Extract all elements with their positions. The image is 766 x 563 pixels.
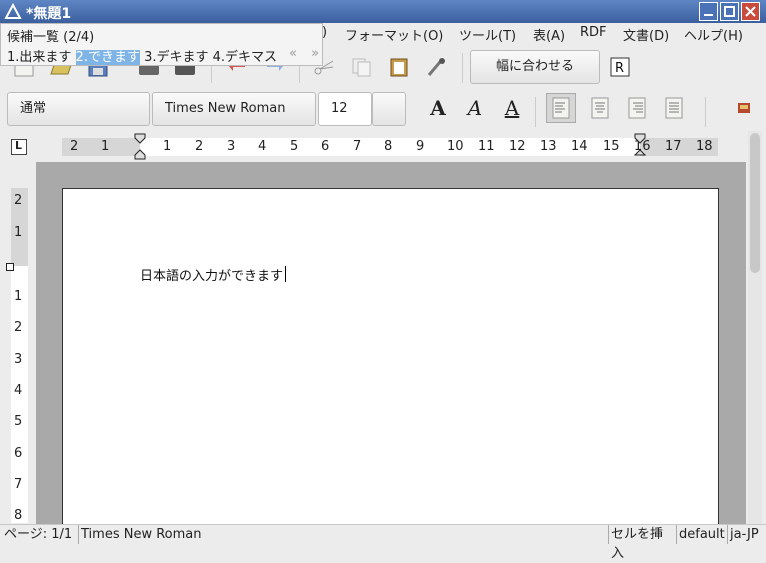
font-size-dropdown[interactable] <box>372 92 406 126</box>
copy-icon[interactable] <box>350 57 372 77</box>
ruler-tick-label: 3 <box>14 352 23 367</box>
font-size-field[interactable]: 12 <box>318 92 372 126</box>
ruler-tick-label: 4 <box>258 139 267 154</box>
ruler-tick-label: 1 <box>14 289 23 304</box>
candidate-next-page[interactable]: » <box>311 46 319 61</box>
ruler-tick-label: 2 <box>14 193 23 208</box>
menu-help[interactable]: ヘルプ(H) <box>684 25 743 44</box>
ruler-tick-label: 4 <box>14 383 23 398</box>
toolbar-separator <box>705 97 706 127</box>
left-indent-marker[interactable] <box>134 133 146 160</box>
status-font: Times New Roman <box>78 525 608 544</box>
align-justify-icon[interactable] <box>659 93 689 123</box>
ruler-tick-label: 1 <box>163 139 172 154</box>
style-combo[interactable]: 通常 <box>7 92 150 126</box>
ruler-tick-label: 7 <box>353 139 362 154</box>
ruler-tick-label: 17 <box>665 139 682 154</box>
menu-document[interactable]: 文書(D) <box>623 25 669 44</box>
format-painter-icon[interactable] <box>425 57 447 77</box>
ruler-tick-label: 1 <box>101 139 110 154</box>
ruler-tick-label: 8 <box>14 508 23 523</box>
ime-candidate-window: 候補一覧 (2/4) 1.出来ます 2.できます 3.デキます 4.デキマス «… <box>0 23 323 66</box>
menu-table[interactable]: 表(A) <box>533 25 565 44</box>
align-right-icon[interactable] <box>622 93 652 123</box>
ruler-tick-label: 14 <box>571 139 588 154</box>
candidate-list: 1.出来ます 2.できます 3.デキます 4.デキマス <box>7 46 277 65</box>
bold-button[interactable]: A <box>426 95 450 121</box>
ruler-tick-label: 11 <box>478 139 495 154</box>
toolbar-separator <box>535 97 536 127</box>
ruler-tick-label: 18 <box>696 139 713 154</box>
abiword-app-icon <box>4 3 22 19</box>
ruler-tick-label: 15 <box>603 139 620 154</box>
ruler-tick-label: 10 <box>447 139 464 154</box>
title-bar: *無題1 <box>0 0 766 23</box>
candidate-item[interactable]: 4.デキマス <box>213 50 277 65</box>
ruler-tick-label: 1 <box>14 225 23 240</box>
candidate-item-selected[interactable]: 2.できます <box>75 50 140 65</box>
ruler-tick-label: 2 <box>70 139 79 154</box>
ruler-tick-label: 2 <box>195 139 204 154</box>
close-button[interactable] <box>741 2 760 21</box>
vertical-scrollbar-thumb[interactable] <box>750 133 760 273</box>
toolbar-separator <box>462 53 463 83</box>
status-style: default <box>676 525 727 544</box>
fit-width-button[interactable]: 幅に合わせる <box>470 50 600 84</box>
document-page[interactable] <box>62 188 719 528</box>
ruler-tick-label: 6 <box>321 139 330 154</box>
top-margin-marker[interactable] <box>6 263 14 271</box>
align-center-icon[interactable] <box>585 93 615 123</box>
font-combo[interactable]: Times New Roman <box>152 92 316 126</box>
candidate-item[interactable]: 3.デキます <box>144 50 208 65</box>
ruler-tick-label: 13 <box>540 139 557 154</box>
insert-symbol-icon[interactable]: R <box>609 57 631 77</box>
minimize-button[interactable] <box>699 2 718 21</box>
ruler-tick-label: 12 <box>509 139 526 154</box>
align-left-button[interactable] <box>546 93 576 123</box>
candidate-prev-page[interactable]: « <box>289 46 297 61</box>
status-language[interactable]: ja-JP <box>727 525 765 544</box>
status-insert-mode[interactable]: セルを挿入 <box>608 525 676 561</box>
underline-button[interactable]: A <box>500 95 524 121</box>
maximize-icon <box>724 6 735 17</box>
close-icon <box>745 6 756 17</box>
status-page: ページ: 1/1 <box>4 527 73 542</box>
window-title: *無題1 <box>26 6 72 22</box>
candidate-item[interactable]: 1.出来ます <box>7 50 71 65</box>
menu-tools[interactable]: ツール(T) <box>459 25 516 44</box>
align-left-icon <box>552 97 570 119</box>
ruler-tick-label: 2 <box>14 320 23 335</box>
svg-text:R: R <box>615 61 624 76</box>
italic-button[interactable]: A <box>463 95 487 121</box>
menu-rdf[interactable]: RDF <box>580 25 607 40</box>
candidate-nav: « » <box>289 46 319 61</box>
tab-stop-selector[interactable]: L <box>11 139 27 155</box>
minimize-icon <box>704 14 713 16</box>
ruler-tick-label: 5 <box>14 414 23 429</box>
ruler-tick-label: 8 <box>384 139 393 154</box>
candidate-header: 候補一覧 (2/4) <box>7 30 95 45</box>
ruler-tick-label: 5 <box>290 139 299 154</box>
ruler-tick-label: 7 <box>14 477 23 492</box>
text-color-icon[interactable] <box>729 93 759 123</box>
maximize-button[interactable] <box>720 2 739 21</box>
right-indent-marker[interactable] <box>634 133 646 160</box>
tab-stop-glyph: L <box>15 139 23 152</box>
document-text[interactable]: 日本語の入力ができます <box>140 265 283 284</box>
ruler-tick-label: 3 <box>227 139 236 154</box>
ruler-tick-label: 6 <box>14 446 23 461</box>
text-caret <box>285 266 286 282</box>
menu-format[interactable]: フォーマット(O) <box>345 25 443 44</box>
ruler-tick-label: 9 <box>416 139 425 154</box>
paste-icon[interactable] <box>388 57 410 77</box>
